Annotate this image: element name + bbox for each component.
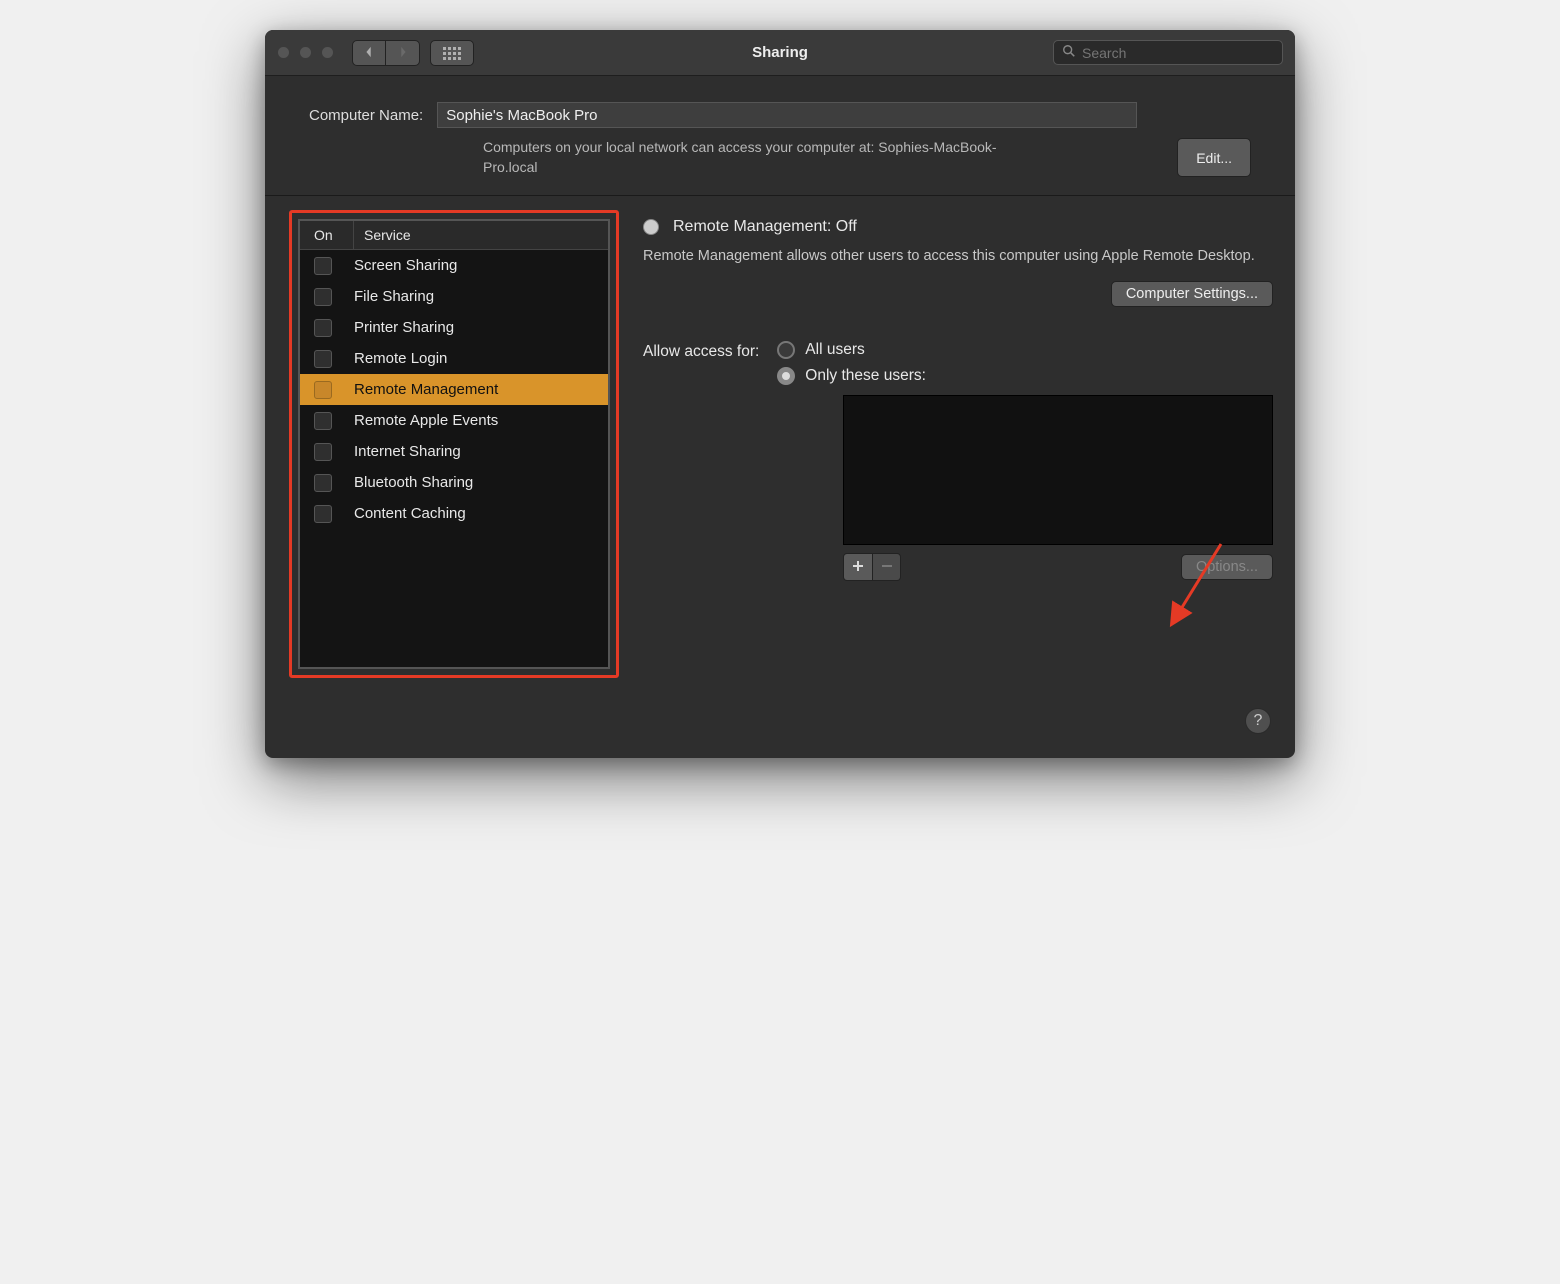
column-service-header[interactable]: Service xyxy=(354,221,608,249)
annotation-highlight-box: On Service Screen Sharing File Sharing Pri… xyxy=(289,210,619,678)
chevron-left-icon xyxy=(364,45,374,61)
radio-icon xyxy=(777,367,795,385)
status-row: Remote Management: Off xyxy=(643,218,1273,236)
service-row[interactable]: Bluetooth Sharing xyxy=(300,467,608,498)
users-actions: Options... xyxy=(843,553,1273,581)
search-input[interactable] xyxy=(1082,45,1274,61)
radio-icon xyxy=(777,341,795,359)
service-name: Internet Sharing xyxy=(354,443,461,460)
service-name: Remote Management xyxy=(354,381,498,398)
main-content: On Service Screen Sharing File Sharing Pri… xyxy=(265,196,1295,708)
services-panel: On Service Screen Sharing File Sharing Pri… xyxy=(298,219,610,669)
radio-all-users-label: All users xyxy=(805,341,864,359)
service-row[interactable]: Remote Login xyxy=(300,343,608,374)
search-field[interactable] xyxy=(1053,40,1283,65)
status-title: Remote Management: Off xyxy=(673,218,857,236)
service-checkbox[interactable] xyxy=(314,257,332,275)
services-list[interactable]: Screen Sharing File Sharing Printer Sharin… xyxy=(300,250,608,667)
minimize-window-button[interactable] xyxy=(299,46,312,59)
service-checkbox[interactable] xyxy=(314,505,332,523)
service-name: Printer Sharing xyxy=(354,319,454,336)
service-row[interactable]: Printer Sharing xyxy=(300,312,608,343)
service-name: Content Caching xyxy=(354,505,466,522)
service-checkbox[interactable] xyxy=(314,412,332,430)
radio-all-users[interactable]: All users xyxy=(777,341,926,359)
service-name: File Sharing xyxy=(354,288,434,305)
help-icon: ? xyxy=(1254,712,1263,730)
edit-hostname-button[interactable]: Edit... xyxy=(1177,138,1251,177)
back-button[interactable] xyxy=(352,40,386,66)
service-row[interactable]: Remote Management xyxy=(300,374,608,405)
service-row[interactable]: Internet Sharing xyxy=(300,436,608,467)
window-controls xyxy=(277,46,334,59)
computer-name-section: Computer Name: Computers on your local n… xyxy=(265,76,1295,196)
show-all-button[interactable] xyxy=(430,40,474,66)
radio-only-these-users[interactable]: Only these users: xyxy=(777,367,926,385)
service-checkbox[interactable] xyxy=(314,319,332,337)
titlebar: Sharing xyxy=(265,30,1295,76)
radio-only-these-users-label: Only these users: xyxy=(805,367,926,385)
status-indicator-icon xyxy=(643,219,659,235)
service-checkbox[interactable] xyxy=(314,443,332,461)
computer-name-label: Computer Name: xyxy=(309,107,423,124)
service-checkbox[interactable] xyxy=(314,474,332,492)
service-detail: Remote Management: Off Remote Management… xyxy=(619,210,1279,678)
plus-icon xyxy=(852,559,864,575)
options-button[interactable]: Options... xyxy=(1181,554,1273,580)
zoom-window-button[interactable] xyxy=(321,46,334,59)
service-name: Remote Login xyxy=(354,350,447,367)
computer-settings-button[interactable]: Computer Settings... xyxy=(1111,281,1273,307)
chevron-right-icon xyxy=(398,45,408,61)
service-name: Screen Sharing xyxy=(354,257,457,274)
grid-icon xyxy=(443,47,461,59)
allow-access-section: Allow access for: All users Only these u… xyxy=(643,341,1273,385)
nav-segment xyxy=(352,40,420,66)
column-on-header[interactable]: On xyxy=(300,221,354,249)
service-name: Remote Apple Events xyxy=(354,412,498,429)
help-button[interactable]: ? xyxy=(1245,708,1271,734)
services-header: On Service xyxy=(300,221,608,250)
hostname-subtext: Computers on your local network can acce… xyxy=(483,138,1003,177)
footer: ? xyxy=(265,708,1295,758)
forward-button[interactable] xyxy=(386,40,420,66)
service-checkbox[interactable] xyxy=(314,381,332,399)
service-checkbox[interactable] xyxy=(314,350,332,368)
service-row[interactable]: File Sharing xyxy=(300,281,608,312)
allowed-users-list[interactable] xyxy=(843,395,1273,545)
service-row[interactable]: Remote Apple Events xyxy=(300,405,608,436)
allow-access-label: Allow access for: xyxy=(643,341,759,385)
service-description: Remote Management allows other users to … xyxy=(643,246,1273,267)
close-window-button[interactable] xyxy=(277,46,290,59)
remove-user-button[interactable] xyxy=(872,554,900,580)
service-row[interactable]: Screen Sharing xyxy=(300,250,608,281)
service-checkbox[interactable] xyxy=(314,288,332,306)
computer-name-input[interactable] xyxy=(437,102,1137,128)
service-name: Bluetooth Sharing xyxy=(354,474,473,491)
search-icon xyxy=(1062,44,1082,61)
add-user-button[interactable] xyxy=(844,554,872,580)
service-row[interactable]: Content Caching xyxy=(300,498,608,529)
sharing-preferences-window: Sharing Computer Name: Computers on your… xyxy=(265,30,1295,758)
minus-icon xyxy=(881,559,893,575)
